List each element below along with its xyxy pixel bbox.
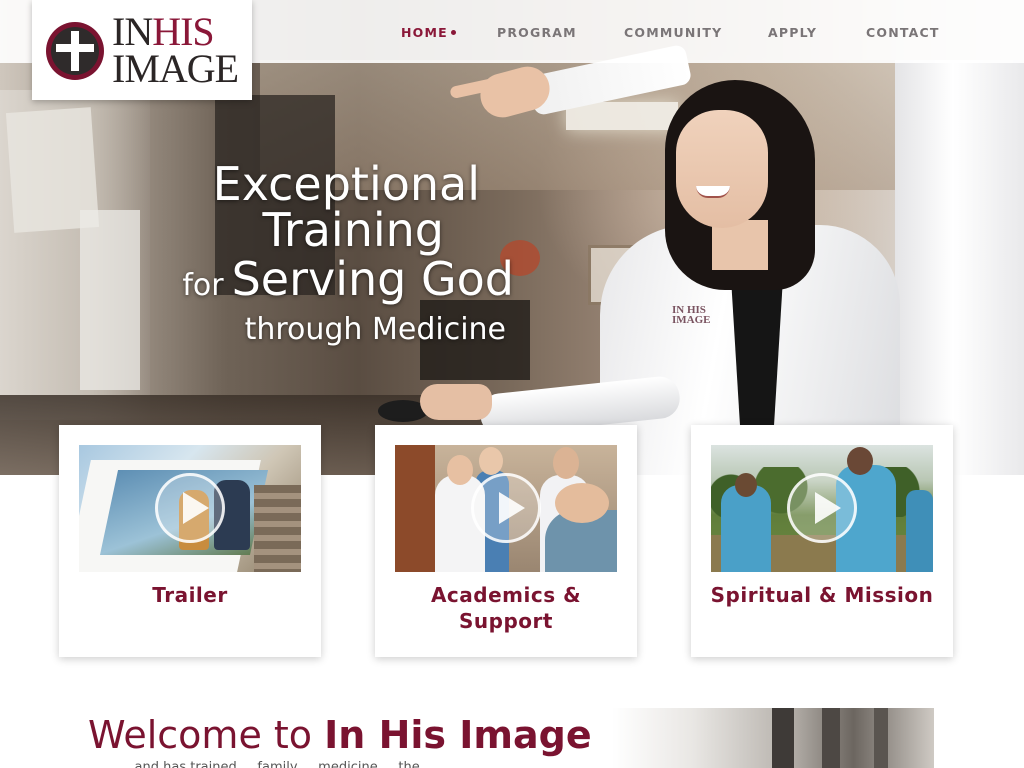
page: IN HIS IMAGE Exceptional Training for Ser… (0, 0, 1024, 768)
welcome-intro: ... and has trained ... family ... medic… (118, 760, 437, 768)
nav-community[interactable]: COMMUNITY (624, 25, 722, 40)
woman-face (676, 110, 768, 228)
welcome-prefix: Welcome to (88, 713, 313, 757)
welcome-brand: In His Image (324, 713, 592, 757)
hero-line-1: Exceptional (212, 157, 480, 211)
play-icon[interactable] (787, 473, 857, 543)
nav-apply[interactable]: APPLY (768, 25, 817, 40)
video-card-academics[interactable]: Academics & Support (375, 425, 637, 657)
video-card-trailer[interactable]: Trailer (59, 425, 321, 657)
hero-tagline: Exceptional Training for Serving God thro… (160, 160, 580, 347)
nav-program[interactable]: PROGRAM (497, 25, 577, 40)
site-logo[interactable]: INHIS IMAGE (32, 0, 252, 100)
nav-contact[interactable]: CONTACT (866, 25, 940, 40)
hero-line-3-for: for (182, 268, 224, 303)
colleague-coat (895, 60, 1024, 475)
video-thumbnail[interactable] (79, 445, 301, 572)
video-card-spiritual[interactable]: Spiritual & Mission (691, 425, 953, 657)
play-icon[interactable] (155, 473, 225, 543)
video-title[interactable]: Spiritual & Mission (691, 582, 953, 608)
cross-icon (56, 31, 94, 71)
hero-line-2: Training (262, 203, 444, 257)
play-icon[interactable] (471, 473, 541, 543)
logo-wordmark: INHIS IMAGE (112, 12, 242, 92)
woman-hand (420, 384, 492, 420)
nav-home[interactable]: HOME (401, 25, 448, 40)
hero-line-3: for Serving God (160, 252, 580, 313)
welcome-heading: Welcome to In His Image (88, 710, 648, 760)
office-papers-2 (80, 210, 140, 390)
video-thumbnail[interactable] (395, 445, 617, 572)
hero-line-4: through Medicine (244, 312, 506, 347)
nav-active-dot-icon (451, 30, 456, 35)
video-title[interactable]: Academics & Support (375, 582, 637, 634)
video-title[interactable]: Trailer (59, 582, 321, 608)
main-nav: HOME PROGRAM COMMUNITY APPLY CONTACT (380, 25, 980, 45)
welcome-photo (612, 708, 934, 768)
video-thumbnail[interactable] (711, 445, 933, 572)
coat-logo: IN HIS IMAGE (672, 304, 711, 326)
logo-image: IMAGE (112, 46, 239, 91)
hero-line-3-main: Serving God (231, 252, 514, 306)
